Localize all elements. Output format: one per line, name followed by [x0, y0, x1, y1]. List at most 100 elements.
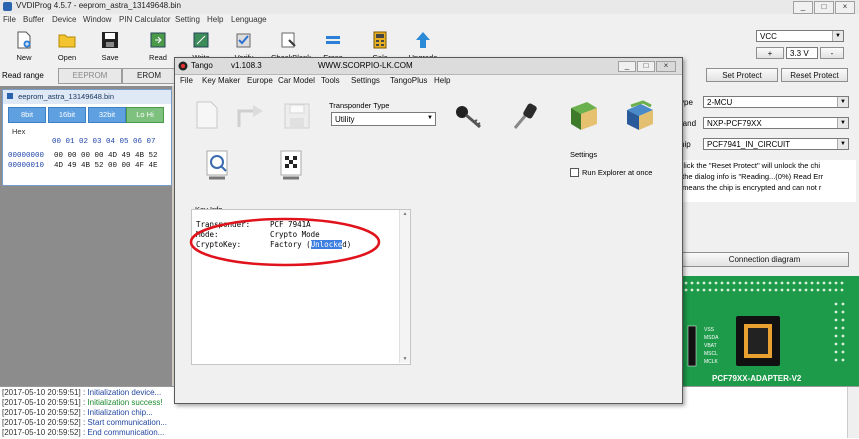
chevron-up-icon: ▲ [402, 211, 408, 217]
new-document-icon[interactable] [195, 101, 219, 129]
tango-menu-help[interactable]: Help [434, 76, 450, 85]
open-button[interactable]: Open [49, 29, 85, 65]
tango-minimize-button[interactable]: _ [618, 61, 636, 72]
bit-8-button[interactable]: 8bit [8, 107, 46, 123]
tango-url: WWW.SCORPIO-LK.COM [318, 61, 413, 70]
tango-version: v1.108.3 [231, 61, 262, 70]
read-chip-icon [150, 32, 166, 48]
checkblank-icon [281, 32, 296, 48]
tango-menu-tangoplus[interactable]: TangoPlus [390, 76, 427, 85]
chevron-down-icon: ▼ [832, 31, 843, 41]
menu-setting[interactable]: Setting [175, 15, 200, 24]
hex-row-address: 00000010 [8, 162, 45, 170]
voltage-minus-button[interactable]: - [820, 47, 844, 59]
tango-menu-car-model[interactable]: Car Model [278, 76, 315, 85]
tango-menu-tools[interactable]: Tools [321, 76, 340, 85]
read-range-label: Read range [2, 71, 44, 80]
calculator-icon [373, 31, 387, 49]
hex-column-header: 00 01 02 03 04 05 06 07 [52, 138, 156, 146]
close-button[interactable]: × [835, 1, 855, 14]
menu-language[interactable]: Lenguage [231, 15, 267, 24]
read-button[interactable]: Read [140, 29, 176, 65]
erase-icon [326, 36, 340, 44]
key-maker-icon[interactable] [454, 102, 484, 132]
adapter-pin-labels: VSS MSDA VBAT MSCL MCLK [704, 327, 719, 365]
tango-menu-key-maker[interactable]: Key Maker [202, 76, 240, 85]
books-stack-icon[interactable] [623, 100, 655, 132]
document-icon [7, 93, 13, 99]
menu-device[interactable]: Device [52, 15, 76, 24]
maximize-button[interactable]: □ [814, 1, 834, 14]
log-line: [2017-05-10 20:59:51] : Initialization d… [2, 388, 162, 397]
chevron-down-icon: ▼ [402, 356, 408, 362]
menu-file[interactable]: File [3, 15, 16, 24]
log-line: [2017-05-10 20:59:51] : Initialization s… [2, 398, 163, 407]
key-copy-icon[interactable] [279, 150, 305, 184]
log-line: [2017-05-10 20:59:52] : Initialization c… [2, 408, 153, 417]
green-book-icon[interactable] [567, 100, 599, 132]
menu-bar: File Buffer Device Window PIN Calculator… [0, 14, 859, 26]
key-search-icon[interactable] [205, 150, 231, 184]
tango-window: Tango v1.108.3 WWW.SCORPIO-LK.COM _ □ × … [174, 57, 683, 404]
menu-window[interactable]: Window [83, 15, 111, 24]
settings-group-label: Settings [570, 150, 598, 159]
log-scrollbar[interactable] [847, 387, 859, 438]
bit-32-button[interactable]: 32bit [88, 107, 126, 123]
menu-help[interactable]: Help [207, 15, 223, 24]
hex-row-address: 00000000 [8, 152, 45, 160]
chevron-down-icon: ▼ [837, 139, 848, 149]
save-disk-icon[interactable] [283, 102, 311, 130]
chip-select[interactable]: PCF7941_IN_CIRCUIT ▼ [703, 138, 849, 150]
hex-row-bytes[interactable]: 00 00 00 00 4D 49 4B 52 [54, 152, 158, 160]
chip-info-text: Click the "Reset Protect" will unlock th… [676, 160, 856, 202]
hex-editor-title-bar: eeprom_astra_13149648.bin [3, 90, 171, 104]
tango-close-button[interactable]: × [656, 61, 676, 72]
chevron-down-icon: ▼ [837, 118, 848, 128]
tango-title: Tango [191, 61, 213, 70]
adapter-label: PCF79XX-ADAPTER-V2 [712, 374, 802, 383]
folder-icon [58, 34, 76, 48]
save-button[interactable]: Save [92, 29, 128, 65]
bit-16-button[interactable]: 16bit [48, 107, 86, 123]
upgrade-arrow-icon [416, 32, 430, 48]
minimize-button[interactable]: _ [793, 1, 813, 14]
chevron-down-icon: ▼ [837, 97, 848, 107]
tango-logo-icon [178, 61, 188, 71]
key-info-scrollbar[interactable]: ▲ ▼ [399, 210, 410, 363]
app-icon [3, 2, 12, 11]
supply-select[interactable]: VCC ▼ [756, 30, 844, 42]
title-bar: VVDIProg 4.5.7 - eeprom_astra_13149648.b… [0, 0, 859, 15]
transponder-type-label: Transponder Type [329, 101, 390, 110]
tango-menu-file[interactable]: File [180, 76, 193, 85]
connection-diagram-button[interactable]: Connection diagram [680, 252, 849, 267]
hex-row-bytes[interactable]: 4D 49 4B 52 00 00 4F 4E [54, 162, 158, 170]
reset-protect-button[interactable]: Reset Protect [781, 68, 848, 82]
log-line: [2017-05-10 20:59:52] : Start communicat… [2, 418, 167, 427]
transponder-type-select[interactable]: Utility ▼ [331, 112, 436, 126]
new-button[interactable]: New [6, 29, 42, 65]
tab-erom[interactable]: EROM [122, 68, 176, 84]
tango-menu-europe[interactable]: Europe [247, 76, 273, 85]
lohi-button[interactable]: Lo Hi [126, 107, 164, 123]
write-chip-icon [193, 32, 209, 48]
menu-pin-calculator[interactable]: PIN Calculator [119, 15, 171, 24]
annotation-circle [189, 217, 381, 267]
tango-maximize-button[interactable]: □ [637, 61, 655, 72]
hex-group-label: Hex [12, 127, 26, 136]
voltage-display: 3.3 V [786, 47, 818, 59]
car-key-icon[interactable] [511, 102, 541, 132]
type-select[interactable]: 2-MCU ▼ [703, 96, 849, 108]
log-line: [2017-05-10 20:59:52] : End communicatio… [2, 428, 165, 437]
menu-buffer[interactable]: Buffer [23, 15, 44, 24]
run-explorer-checkbox[interactable] [570, 168, 579, 177]
new-file-icon [17, 31, 31, 49]
brand-select[interactable]: NXP-PCF79XX ▼ [703, 117, 849, 129]
tango-menu-settings[interactable]: Settings [351, 76, 380, 85]
tango-menu-bar: File Key Maker Europe Car Model Tools Se… [175, 75, 682, 87]
open-arrow-icon[interactable] [237, 103, 267, 129]
tab-eeprom[interactable]: EEPROM [58, 68, 122, 84]
adapter-diagram: VSS MSDA VBAT MSCL MCLK PCF79XX-ADAPTER-… [676, 276, 859, 386]
set-protect-button[interactable]: Set Protect [706, 68, 778, 82]
verify-icon [236, 33, 251, 48]
voltage-plus-button[interactable]: + [756, 47, 784, 59]
